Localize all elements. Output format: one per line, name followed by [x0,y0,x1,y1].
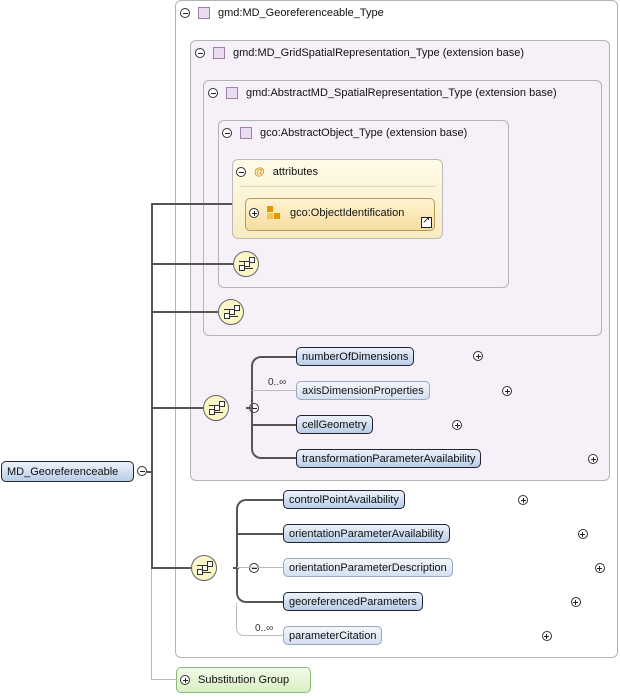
type-header-abstract-spatial: gmd:AbstractMD_SpatialRepresentation_Typ… [208,87,557,99]
collapse-icon[interactable] [137,466,147,476]
connector-to-seq-abstract-spatial [151,311,218,313]
type-label: gco:AbstractObject_Type (extension base) [260,127,468,139]
external-link-icon[interactable] [421,215,432,228]
bracket-geo-elements [236,499,284,603]
complex-type-icon [240,127,252,139]
collapse-icon[interactable] [236,167,246,177]
element-axis-dimension-properties[interactable]: axisDimensionProperties [296,381,430,400]
sequence-compositor-icon[interactable] [191,555,217,581]
element-control-point-availability[interactable]: controlPointAvailability [283,490,405,509]
attribute-group-icon [267,206,281,220]
connector-grid-cell [252,424,297,426]
collapse-icon[interactable] [208,88,218,98]
connector-to-seq-geo [151,567,191,569]
connector-to-seq-grid [151,407,203,409]
substitution-group-header: Substitution Group [180,674,289,686]
type-header-grid-spatial: gmd:MD_GridSpatialRepresentation_Type (e… [195,47,524,59]
type-label: gmd:MD_Georeferenceable_Type [218,7,384,19]
type-label: gmd:AbstractMD_SpatialRepresentation_Typ… [246,87,557,99]
connector-geo-orientation-desc [237,567,284,568]
collapse-icon[interactable] [222,128,232,138]
connector-substitution-vertical [151,569,152,680]
element-label: MD_Georeferenceable [7,465,119,478]
connector-trunk [151,203,153,569]
substitution-group-label: Substitution Group [198,674,290,686]
attributes-label: attributes [272,166,318,178]
attributes-header: @ attributes [236,166,318,178]
expand-icon[interactable] [577,529,588,539]
expand-icon[interactable] [180,675,190,685]
collapse-icon[interactable] [180,8,190,18]
connector-geo-orientation [237,533,284,535]
expand-icon[interactable] [570,597,581,607]
complex-type-icon [226,87,238,99]
sequence-compositor-icon[interactable] [203,395,229,421]
element-georeferenced-parameters[interactable]: georeferencedParameters [283,592,423,611]
element-parameter-citation[interactable]: parameterCitation [283,626,383,645]
attributes-divider [240,186,436,187]
occurrence-label: 0..∞ [255,623,274,634]
type-label: gmd:MD_GridSpatialRepresentation_Type (e… [233,47,525,59]
attribute-group-label: gco:ObjectIdentification [290,207,405,219]
connector-substitution-horizontal [151,679,176,680]
expand-icon[interactable] [249,208,259,218]
complex-type-icon [198,7,210,19]
element-cell-geometry[interactable]: cellGeometry [296,415,373,434]
occurrence-label: 0..∞ [268,377,287,388]
sequence-compositor-icon[interactable] [218,299,244,325]
type-header-abstract-object: gco:AbstractObject_Type (extension base) [222,127,467,139]
expand-icon[interactable] [594,563,605,573]
bracket-grid-elements [251,356,297,459]
element-transformation-parameter-availability[interactable]: transformationParameterAvailability [296,449,482,468]
connector-to-attributes [151,203,232,205]
element-orientation-parameter-availability[interactable]: orientationParameterAvailability [283,524,450,543]
attribute-group-header: gco:ObjectIdentification [249,206,404,220]
expand-icon[interactable] [541,631,552,641]
element-number-of-dimensions[interactable]: numberOfDimensions [296,347,415,366]
sequence-compositor-icon[interactable] [233,251,259,277]
connector-to-seq-abstract-object [151,263,233,265]
element-orientation-parameter-description[interactable]: orientationParameterDescription [283,558,453,577]
type-header-md-georeferenceable: gmd:MD_Georeferenceable_Type [180,7,384,19]
complex-type-icon [213,47,225,59]
at-icon: @ [254,166,265,178]
root-element-md-georeferenceable[interactable]: MD_Georeferenceable [1,461,134,482]
connector-grid-optional [252,390,297,391]
collapse-icon[interactable] [195,48,205,58]
